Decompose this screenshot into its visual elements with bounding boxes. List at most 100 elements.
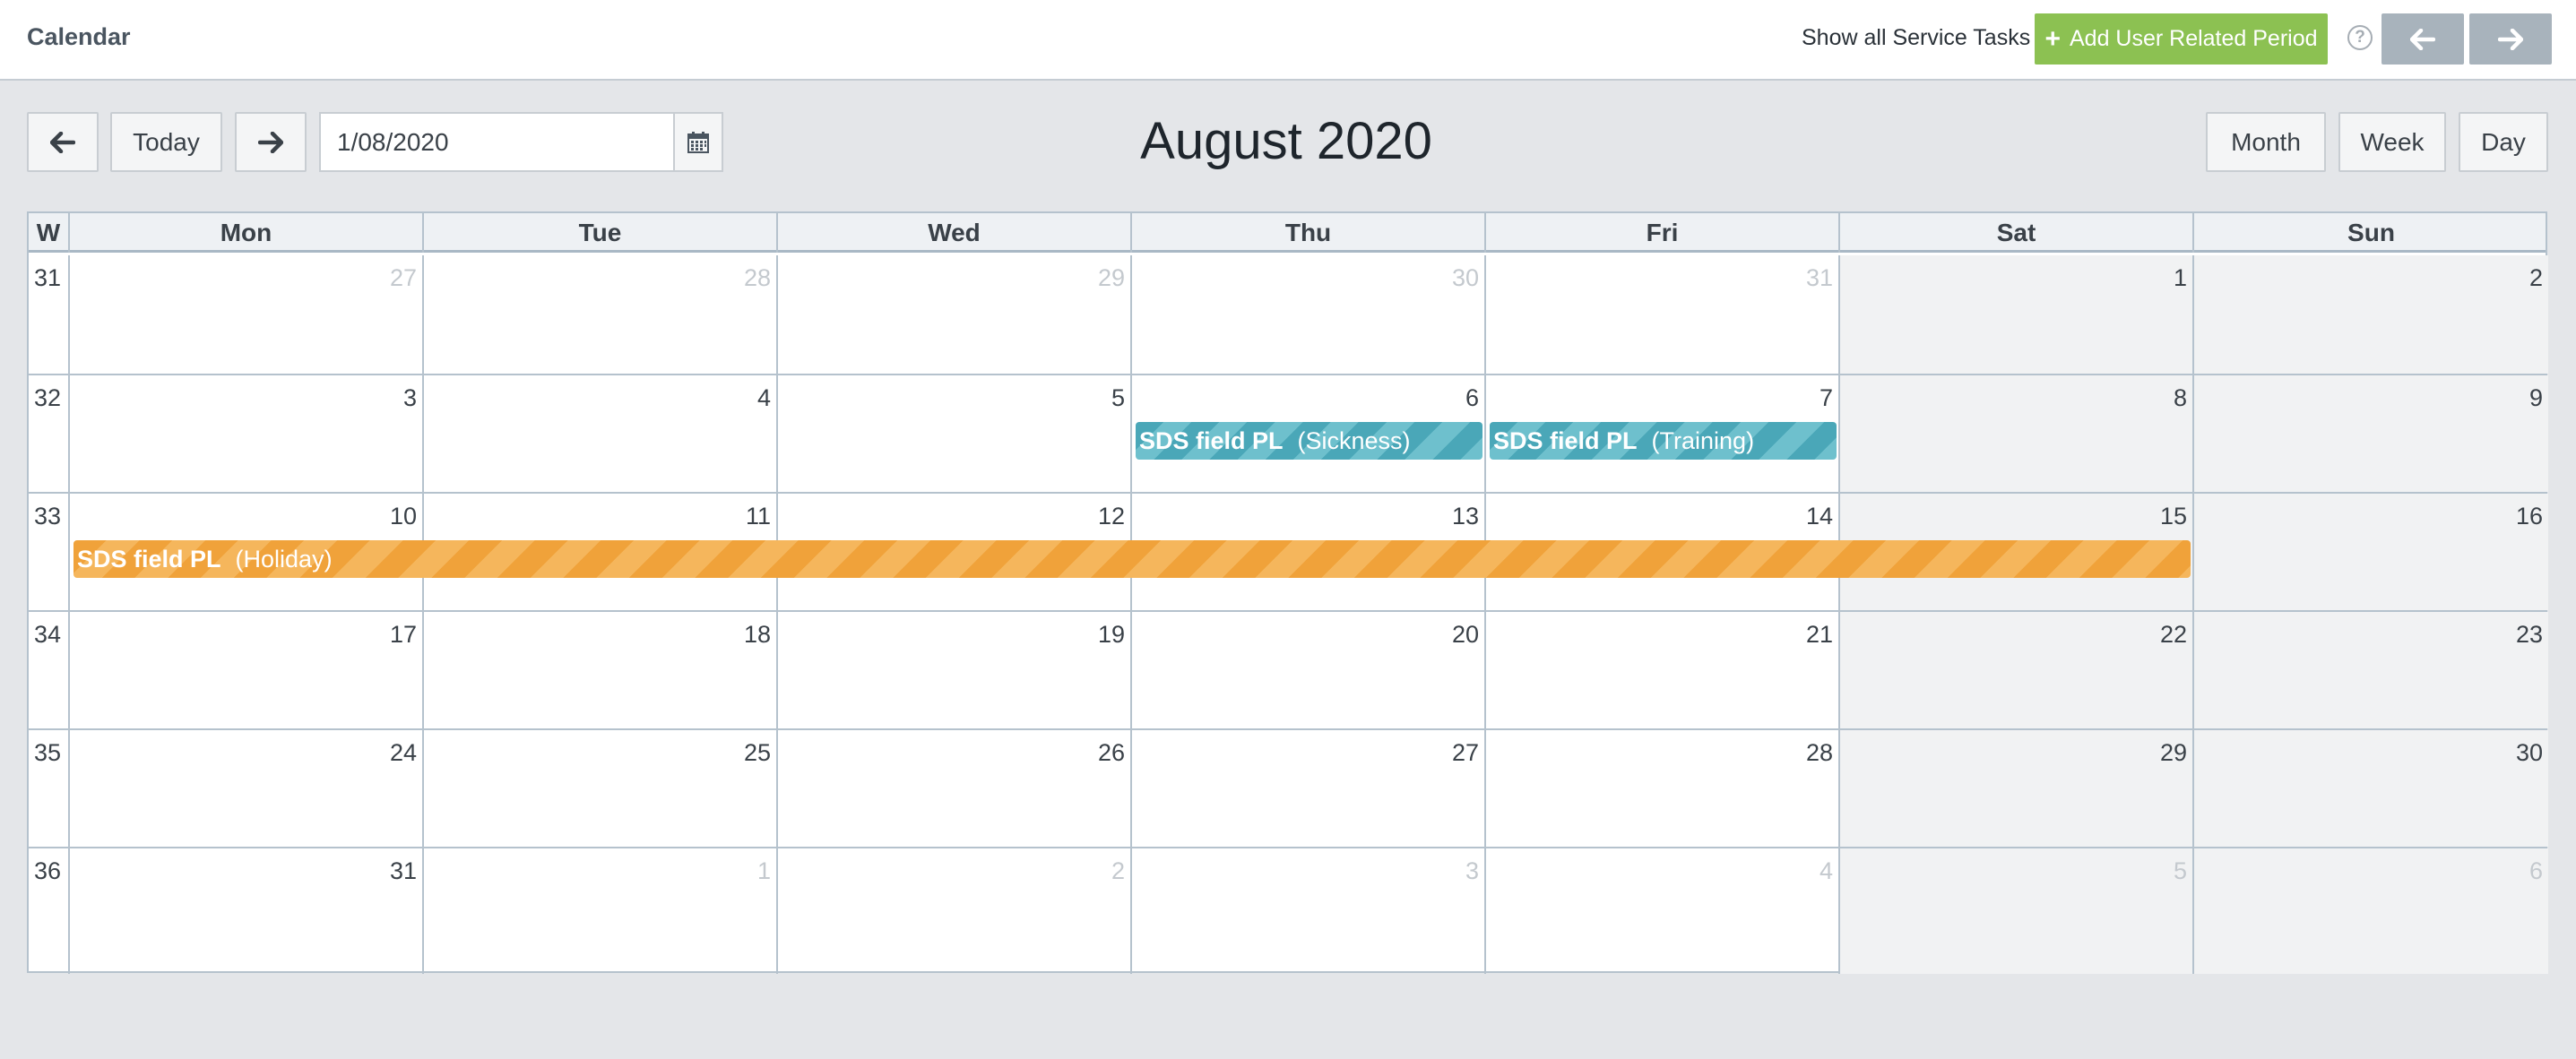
day-number[interactable]: 6 <box>1465 384 1479 412</box>
prev-period-button[interactable] <box>27 112 99 172</box>
day-number[interactable]: 15 <box>2160 503 2187 530</box>
day-cell[interactable]: 24 <box>70 730 424 847</box>
day-cell[interactable]: 31 <box>70 848 424 974</box>
day-number[interactable]: 13 <box>1452 503 1479 530</box>
day-header-wed: Wed <box>778 213 1132 253</box>
day-cell[interactable]: 28 <box>424 255 778 374</box>
day-cell[interactable]: 5 <box>778 375 1132 492</box>
event-title: SDS field PL <box>1493 426 1638 454</box>
day-cell[interactable]: 20 <box>1132 612 1486 728</box>
day-number[interactable]: 7 <box>1820 384 1833 412</box>
day-cell[interactable]: 1 <box>424 848 778 974</box>
day-cell[interactable]: 26 <box>778 730 1132 847</box>
day-cell[interactable]: 29 <box>778 255 1132 374</box>
day-cell[interactable]: 23 <box>2194 612 2548 728</box>
show-all-service-tasks-link[interactable]: Show all Service Tasks <box>1802 25 2030 51</box>
day-number[interactable]: 2 <box>1111 857 1125 885</box>
day-cell[interactable]: 25 <box>424 730 778 847</box>
day-number[interactable]: 16 <box>2516 503 2543 530</box>
day-number[interactable]: 14 <box>1806 503 1833 530</box>
day-cell[interactable]: 18 <box>424 612 778 728</box>
day-number[interactable]: 24 <box>390 739 417 767</box>
add-user-related-period-button[interactable]: + Add User Related Period <box>2035 13 2328 65</box>
day-number[interactable]: 9 <box>2529 384 2543 412</box>
day-number[interactable]: 22 <box>2160 621 2187 649</box>
day-number[interactable]: 26 <box>1098 739 1125 767</box>
today-button[interactable]: Today <box>110 112 222 172</box>
day-number[interactable]: 23 <box>2516 621 2543 649</box>
day-number[interactable]: 30 <box>2516 739 2543 767</box>
day-number[interactable]: 31 <box>390 857 417 885</box>
day-cell[interactable]: 2 <box>2194 255 2548 374</box>
day-number[interactable]: 1 <box>757 857 771 885</box>
date-input[interactable] <box>319 112 674 172</box>
day-cell[interactable]: 9 <box>2194 375 2548 492</box>
day-number[interactable]: 29 <box>2160 739 2187 767</box>
day-cell[interactable]: 19 <box>778 612 1132 728</box>
calendar-event[interactable]: SDS field PL (Training) <box>1490 422 1837 460</box>
day-number[interactable]: 28 <box>744 264 771 292</box>
day-cell[interactable]: 3 <box>70 375 424 492</box>
day-number[interactable]: 30 <box>1452 264 1479 292</box>
calendar-event[interactable]: SDS field PL (Sickness) <box>1136 422 1482 460</box>
header-prev-button[interactable] <box>2382 13 2464 65</box>
day-number[interactable]: 3 <box>1465 857 1479 885</box>
day-cell[interactable]: 27 <box>70 255 424 374</box>
day-cell[interactable]: 21 <box>1486 612 1840 728</box>
day-number[interactable]: 31 <box>1806 264 1833 292</box>
event-title: SDS field PL <box>77 545 221 573</box>
week-number: 36 <box>34 857 62 884</box>
day-cell[interactable]: 5 <box>1840 848 2194 974</box>
day-number[interactable]: 19 <box>1098 621 1125 649</box>
day-number[interactable]: 6 <box>2529 857 2543 885</box>
day-number[interactable]: 25 <box>744 739 771 767</box>
day-number[interactable]: 18 <box>744 621 771 649</box>
next-period-button[interactable] <box>235 112 307 172</box>
day-number[interactable]: 5 <box>2174 857 2187 885</box>
day-number[interactable]: 12 <box>1098 503 1125 530</box>
day-cell[interactable]: 22 <box>1840 612 2194 728</box>
view-week-button[interactable]: Week <box>2338 112 2446 172</box>
day-cell[interactable]: 4 <box>1486 848 1840 974</box>
day-number[interactable]: 21 <box>1806 621 1833 649</box>
day-cell[interactable]: 29 <box>1840 730 2194 847</box>
day-number[interactable]: 10 <box>390 503 417 530</box>
day-number[interactable]: 4 <box>757 384 771 412</box>
week-number-cell: 31 <box>29 255 70 374</box>
day-cell[interactable]: 31 <box>1486 255 1840 374</box>
day-number[interactable]: 8 <box>2174 384 2187 412</box>
day-number[interactable]: 27 <box>1452 739 1479 767</box>
day-cell[interactable]: 3 <box>1132 848 1486 974</box>
day-cell[interactable]: 30 <box>2194 730 2548 847</box>
day-number[interactable]: 27 <box>390 264 417 292</box>
day-cell[interactable]: 30 <box>1132 255 1486 374</box>
day-cell[interactable]: 17 <box>70 612 424 728</box>
day-number[interactable]: 11 <box>746 503 771 530</box>
day-number[interactable]: 29 <box>1098 264 1125 292</box>
day-cell[interactable]: 4 <box>424 375 778 492</box>
calendar-event[interactable]: SDS field PL (Holiday) <box>73 540 2191 578</box>
day-cell[interactable]: 8 <box>1840 375 2194 492</box>
week-number: 32 <box>34 384 62 411</box>
header-next-button[interactable] <box>2469 13 2552 65</box>
day-number[interactable]: 4 <box>1820 857 1833 885</box>
date-picker-button[interactable] <box>673 112 723 172</box>
day-cell[interactable]: 6 <box>2194 848 2548 974</box>
view-day-button[interactable]: Day <box>2459 112 2548 172</box>
day-cell[interactable]: 2 <box>778 848 1132 974</box>
day-number[interactable]: 3 <box>403 384 417 412</box>
day-cell[interactable]: 27 <box>1132 730 1486 847</box>
day-number[interactable]: 2 <box>2529 264 2543 292</box>
day-number[interactable]: 20 <box>1452 621 1479 649</box>
day-cell[interactable]: 28 <box>1486 730 1840 847</box>
calendar-icon <box>687 131 709 153</box>
question-circle-icon[interactable]: ? <box>2347 25 2373 50</box>
day-cell[interactable]: 1 <box>1840 255 2194 374</box>
day-number[interactable]: 1 <box>2174 264 2187 292</box>
day-number[interactable]: 17 <box>390 621 417 649</box>
day-cell[interactable]: 16 <box>2194 494 2548 610</box>
view-month-button[interactable]: Month <box>2206 112 2326 172</box>
day-number[interactable]: 28 <box>1806 739 1833 767</box>
day-header-fri: Fri <box>1486 213 1840 253</box>
day-number[interactable]: 5 <box>1111 384 1125 412</box>
